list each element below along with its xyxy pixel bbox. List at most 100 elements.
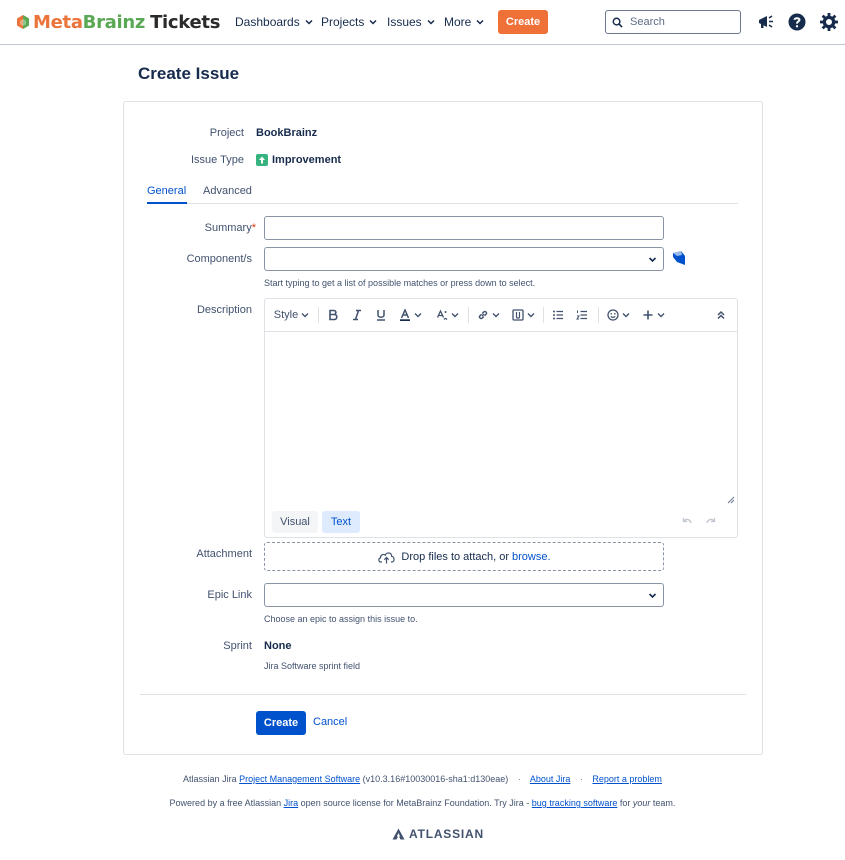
- browse-link[interactable]: browse.: [512, 551, 551, 563]
- text-color-icon: [400, 309, 410, 321]
- improvement-icon: [256, 154, 268, 166]
- project-management-software-link[interactable]: Project Management Software: [239, 774, 360, 784]
- announcement-icon[interactable]: [756, 12, 776, 32]
- epic-link-label: Epic Link: [207, 589, 252, 601]
- attachment-button[interactable]: [509, 305, 537, 325]
- report-problem-link[interactable]: Report a problem: [592, 774, 662, 784]
- insert-more-button[interactable]: [639, 305, 667, 325]
- form-divider: [140, 694, 746, 695]
- underline-icon: [377, 310, 385, 321]
- project-value: BookBrainz: [256, 127, 318, 139]
- atlassian-icon: [392, 828, 405, 840]
- jira-link[interactable]: Jira: [284, 798, 299, 808]
- plus-icon: [643, 310, 652, 320]
- nav-more-label: More: [444, 15, 472, 29]
- cloud-upload-icon: [378, 551, 396, 563]
- project-label: Project: [209, 127, 244, 139]
- nav-more[interactable]: More: [444, 12, 484, 32]
- bullet-list-button[interactable]: [548, 305, 568, 325]
- text-color-button[interactable]: [395, 305, 426, 325]
- summary-input[interactable]: [264, 216, 664, 240]
- underline-button[interactable]: [371, 305, 391, 325]
- redo-icon[interactable]: [705, 516, 717, 528]
- components-hint: Start typing to get a list of possible m…: [264, 278, 536, 288]
- editor-toolbar: Style: [265, 299, 737, 332]
- atlassian-logo[interactable]: ATLASSIAN: [392, 827, 484, 841]
- nav-issues[interactable]: Issues: [387, 12, 435, 32]
- components-select[interactable]: [264, 247, 664, 271]
- toolbar-divider: [468, 307, 469, 323]
- top-navigation-bar: MetaBrainz Tickets Dashboards Projects Is…: [0, 0, 845, 45]
- footer-version: (v10.3.16#10030016-sha1:d130eae): [362, 774, 509, 784]
- undo-icon[interactable]: [681, 516, 693, 528]
- cancel-link[interactable]: Cancel: [313, 716, 347, 728]
- gear-icon[interactable]: [819, 12, 839, 32]
- toolbar-divider: [598, 307, 599, 323]
- italic-button[interactable]: [347, 305, 367, 325]
- attachment-icon: [511, 309, 524, 321]
- chevron-down-icon: [657, 313, 664, 318]
- bold-icon: [329, 309, 338, 321]
- footer-line-1: Atlassian Jira Project Management Softwa…: [183, 774, 662, 784]
- tab-general[interactable]: General: [147, 185, 187, 204]
- logo[interactable]: MetaBrainz Tickets: [15, 10, 220, 34]
- description-editor: Style Visual Text: [264, 298, 738, 538]
- visual-mode-tab[interactable]: Visual: [272, 511, 318, 533]
- collapse-toolbar-button[interactable]: [710, 305, 732, 325]
- tab-advanced[interactable]: Advanced: [203, 185, 252, 204]
- sprint-hint: Jira Software sprint field: [264, 661, 361, 671]
- issue-type-label: Issue Type: [191, 154, 244, 166]
- chevron-down-icon: [414, 313, 422, 318]
- search-placeholder: Search: [630, 16, 665, 28]
- page-title: Create Issue: [138, 64, 240, 83]
- text-formatting-icon: [436, 309, 448, 320]
- create-submit-button[interactable]: Create: [256, 711, 306, 735]
- chevron-down-icon: [369, 19, 377, 25]
- chevron-down-icon: [648, 257, 657, 263]
- text-mode-tab[interactable]: Text: [322, 511, 360, 533]
- sprint-value: None: [264, 640, 292, 652]
- help-icon[interactable]: [787, 12, 807, 32]
- double-chevron-up-icon: [717, 310, 725, 320]
- link-button[interactable]: [474, 305, 502, 325]
- description-textarea[interactable]: [265, 332, 737, 506]
- emoticon-button[interactable]: [604, 305, 632, 325]
- chevron-down-icon: [492, 313, 499, 318]
- chevron-down-icon: [527, 313, 534, 318]
- nav-projects[interactable]: Projects: [321, 12, 377, 32]
- chevron-down-icon: [648, 593, 657, 599]
- header-create-button[interactable]: Create: [498, 10, 548, 34]
- emoticon-icon: [606, 309, 619, 321]
- components-label: Component/s: [186, 253, 252, 265]
- tab-advanced-label: Advanced: [203, 185, 252, 197]
- summary-label: Summary*: [150, 222, 256, 234]
- required-mark: *: [251, 222, 256, 234]
- style-dropdown[interactable]: Style: [270, 305, 313, 325]
- logo-text-tickets: Tickets: [150, 11, 221, 33]
- issue-type-value: Improvement: [272, 154, 342, 166]
- chevron-down-icon: [427, 19, 435, 25]
- attachment-dropzone[interactable]: Drop files to attach, or browse.: [264, 542, 664, 571]
- chevron-down-icon: [305, 19, 313, 25]
- attachment-label: Attachment: [196, 548, 252, 560]
- bug-tracking-software-link[interactable]: bug tracking software: [532, 798, 618, 808]
- bullet-list-icon: [553, 310, 563, 320]
- logo-text-brainz: Brainz: [82, 11, 146, 33]
- search-input[interactable]: Search: [605, 10, 741, 34]
- bold-button[interactable]: [323, 305, 343, 325]
- epic-link-hint: Choose an epic to assign this issue to.: [264, 614, 418, 624]
- footer-line-2: Powered by a free Atlassian Jira open so…: [0, 798, 845, 808]
- about-jira-link[interactable]: About Jira: [530, 774, 571, 784]
- footer-text-a: Powered by a free Atlassian: [169, 798, 282, 808]
- footer-text-b: open source license for MetaBrainz Found…: [300, 798, 530, 808]
- numbered-list-button[interactable]: [572, 305, 592, 325]
- nav-dashboards[interactable]: Dashboards: [235, 12, 313, 32]
- nav-dashboards-label: Dashboards: [235, 15, 300, 29]
- component-lookup-icon[interactable]: [671, 250, 687, 267]
- sprint-label: Sprint: [223, 640, 252, 652]
- epic-link-select[interactable]: [264, 583, 664, 607]
- description-label: Description: [196, 304, 252, 316]
- text-formatting-button[interactable]: [433, 305, 462, 325]
- footer-product: Atlassian Jira: [183, 774, 237, 784]
- resize-handle-icon[interactable]: [727, 496, 735, 504]
